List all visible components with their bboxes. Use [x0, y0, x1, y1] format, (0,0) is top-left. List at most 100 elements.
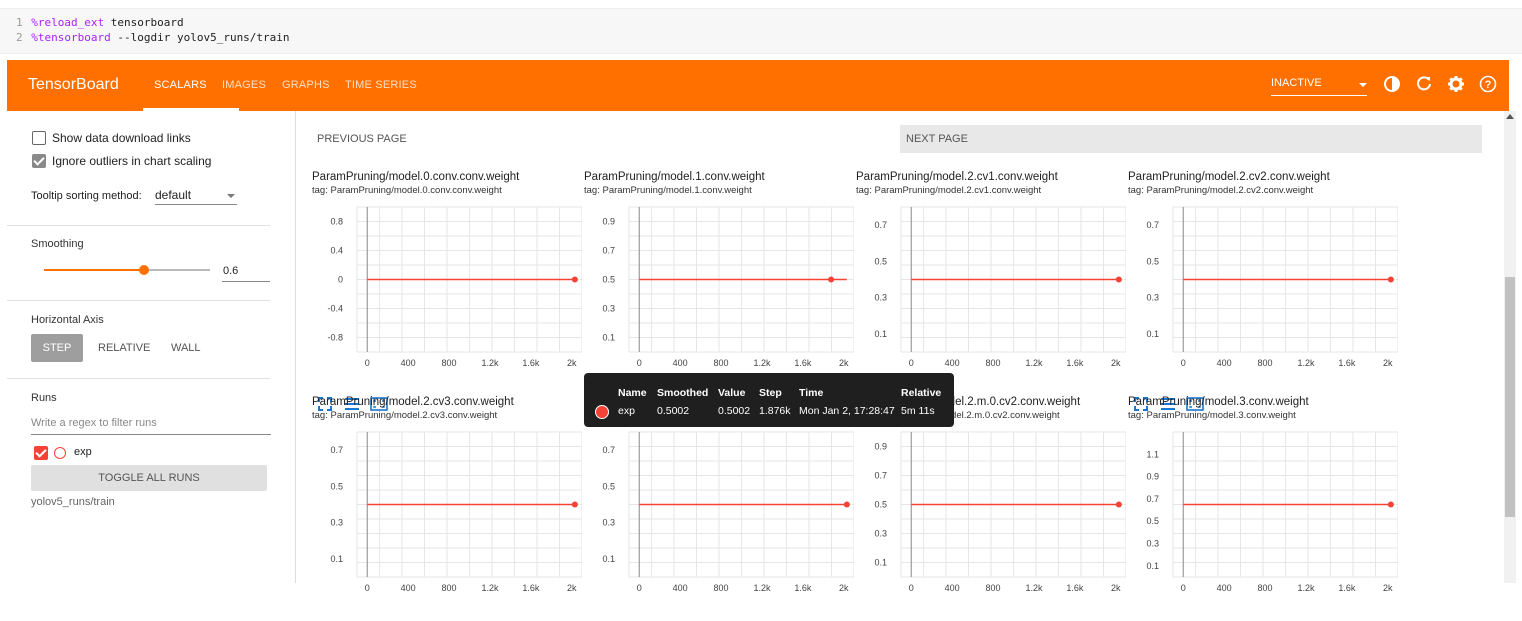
y-tick-label: 0.1 — [874, 329, 887, 339]
x-tick-label: 800 — [986, 358, 1001, 368]
y-tick-label: 0.3 — [1146, 539, 1159, 549]
line-number: 2 — [16, 31, 23, 44]
y-tick-label: 0.5 — [1146, 256, 1159, 266]
fit-domain-icon[interactable] — [1186, 369, 1204, 411]
scalar-chart-card[interactable]: ParamPruning/model.3.conv.weight tag: Par… — [1128, 396, 1398, 621]
runs-filter-input[interactable]: Write a regex to filter runs — [31, 414, 271, 435]
x-tick-label: 0 — [1181, 358, 1186, 368]
scrollbar-thumb[interactable] — [1505, 277, 1515, 517]
toggle-log-scale-icon[interactable] — [1160, 369, 1176, 410]
scalar-chart-card[interactable]: ParamPruning/model.2.cv2.conv.weight tag:… — [1128, 171, 1398, 411]
x-tick-label: 1.6k — [794, 583, 812, 593]
line-chart: 1.1 0.9 0.7 0.5 0.3 0.1 0 400 800 1.2k 1.6k 2k — [1146, 431, 1398, 593]
y-tick-label: 0.3 — [602, 518, 615, 528]
y-tick-label: -0.4 — [327, 304, 343, 314]
next-page-button[interactable]: NEXT PAGE — [900, 125, 1482, 153]
chart-title: ParamPruning/model.0.conv.conv.weight — [312, 171, 520, 183]
notebook-code-cell[interactable]: 1 %reload_ext tensorboard 2 %tensorboard… — [0, 8, 1522, 54]
y-tick-label: 0.8 — [330, 217, 343, 227]
show-download-label[interactable]: Show data download links — [52, 131, 191, 145]
slider-fill — [44, 269, 144, 271]
help-icon[interactable]: ? — [1478, 75, 1498, 95]
ignore-outliers-checkbox[interactable] — [32, 154, 46, 168]
tab-images[interactable]: IMAGES — [222, 79, 266, 91]
chart-title: ParamPruning/model.2.cv1.conv.weight — [856, 171, 1058, 183]
scalar-chart-card[interactable]: ParamPruning/model.2.cv3.conv.weight tag:… — [312, 396, 582, 621]
brand-title[interactable]: TensorBoard — [28, 76, 119, 94]
x-tick-label: 400 — [1217, 358, 1232, 368]
x-tick-label: 2k — [839, 583, 849, 593]
scroll-up-arrow-icon[interactable] — [1506, 114, 1514, 119]
y-tick-label: 0.7 — [874, 220, 887, 230]
line-number: 1 — [16, 16, 23, 29]
previous-page-button[interactable]: PREVIOUS PAGE — [317, 133, 407, 145]
brightness-icon[interactable] — [1382, 75, 1402, 95]
scalar-chart-card[interactable]: 0.7 0.5 0.3 0.1 0 400 800 1.2k 1.6k 2k — [584, 396, 854, 621]
scalar-chart-card[interactable]: ParamPruning/model.1.conv.weight tag: Par… — [584, 171, 854, 411]
plugin-select[interactable]: INACTIVE — [1271, 77, 1367, 96]
tooltip-sorting-select[interactable]: default — [155, 187, 237, 205]
haxis-step-button[interactable]: STEP — [31, 334, 83, 362]
y-tick-label: 0.9 — [1146, 472, 1159, 482]
tooltip-relative: 5m 11s — [901, 405, 935, 417]
haxis-wall-button[interactable]: WALL — [171, 342, 201, 354]
x-tick-label: 2k — [839, 358, 849, 368]
x-tick-label: 0 — [909, 583, 914, 593]
runs-label: Runs — [31, 392, 57, 404]
data-point — [1387, 501, 1394, 508]
x-tick-label: 400 — [401, 358, 416, 368]
tooltip-time: Mon Jan 2, 17:28:47 — [799, 405, 895, 417]
line-chart: 0.7 0.5 0.3 0.1 0 400 800 1.2k 1.6k 2k — [602, 431, 854, 593]
x-tick-label: 1.2k — [753, 358, 771, 368]
command-args: --logdir yolov5_runs/train — [110, 31, 290, 44]
y-tick-label: 0.7 — [602, 246, 615, 256]
fullscreen-icon[interactable] — [1134, 369, 1150, 411]
y-tick-label: 0.7 — [330, 445, 343, 455]
line-chart: 0.9 0.7 0.5 0.3 0.1 0 400 800 1.2k 1.6k 2k — [874, 431, 1126, 593]
run-color-dot — [595, 405, 609, 419]
divider — [7, 300, 270, 301]
smoothing-input[interactable]: 0.6 — [222, 264, 270, 282]
tensorboard-frame: TensorBoard SCALARS IMAGES GRAPHS TIME S… — [7, 60, 1509, 593]
y-tick-label: 0.3 — [874, 529, 887, 539]
chevron-down-icon — [1359, 83, 1367, 87]
y-tick-label: 0.3 — [330, 518, 343, 528]
scalar-chart-card[interactable]: ParamPruning/model.2.m.0.cv2.conv.weight… — [856, 396, 1126, 621]
show-download-checkbox[interactable] — [32, 131, 46, 145]
toggle-log-scale-icon[interactable] — [344, 369, 360, 410]
y-tick-label: 0.1 — [1146, 561, 1159, 571]
line-chart: 0.8 0.4 0 -0.4 -0.8 0 400 800 1.2k 1.6k 2k — [327, 206, 582, 368]
y-tick-label: -0.8 — [327, 333, 343, 343]
x-tick-label: 1.2k — [481, 583, 499, 593]
x-tick-label: 800 — [714, 583, 729, 593]
tab-graphs[interactable]: GRAPHS — [282, 79, 330, 91]
sidebar: Show data download links Ignore outliers… — [7, 111, 296, 583]
slider-thumb[interactable] — [138, 265, 149, 275]
svg-text:?: ? — [1485, 79, 1492, 91]
scalar-chart-card[interactable]: ParamPruning/model.0.conv.conv.weight tag… — [312, 171, 582, 411]
run-name: exp — [74, 446, 92, 458]
chart-title: ParamPruning/model.1.conv.weight — [584, 171, 765, 183]
y-tick-label: 0.1 — [330, 554, 343, 564]
y-tick-label: 0.3 — [602, 304, 615, 314]
magic-command: %tensorboard — [31, 31, 111, 44]
x-tick-label: 800 — [986, 583, 1001, 593]
y-tick-label: 0.5 — [874, 500, 887, 510]
tooltip-value: 0.5002 — [718, 405, 751, 417]
tab-scalars[interactable]: SCALARS — [154, 79, 207, 91]
x-tick-label: 2k — [567, 583, 577, 593]
settings-icon[interactable] — [1446, 75, 1466, 95]
ignore-outliers-label[interactable]: Ignore outliers in chart scaling — [52, 154, 211, 168]
tooltip-header-smoothed: Smoothed — [657, 387, 709, 399]
toggle-all-runs-button[interactable]: TOGGLE ALL RUNS — [31, 465, 267, 491]
tab-time-series[interactable]: TIME SERIES — [345, 79, 417, 91]
fullscreen-icon[interactable] — [318, 369, 334, 411]
haxis-relative-button[interactable]: RELATIVE — [98, 342, 150, 354]
run-checkbox[interactable] — [34, 446, 48, 460]
data-point — [828, 276, 835, 283]
smoothing-slider[interactable] — [44, 263, 210, 277]
scalar-chart-card[interactable]: ParamPruning/model.2.cv1.conv.weight tag:… — [856, 171, 1126, 411]
run-color-icon[interactable] — [54, 447, 66, 459]
refresh-icon[interactable] — [1414, 75, 1434, 95]
fit-domain-icon[interactable] — [370, 369, 388, 411]
